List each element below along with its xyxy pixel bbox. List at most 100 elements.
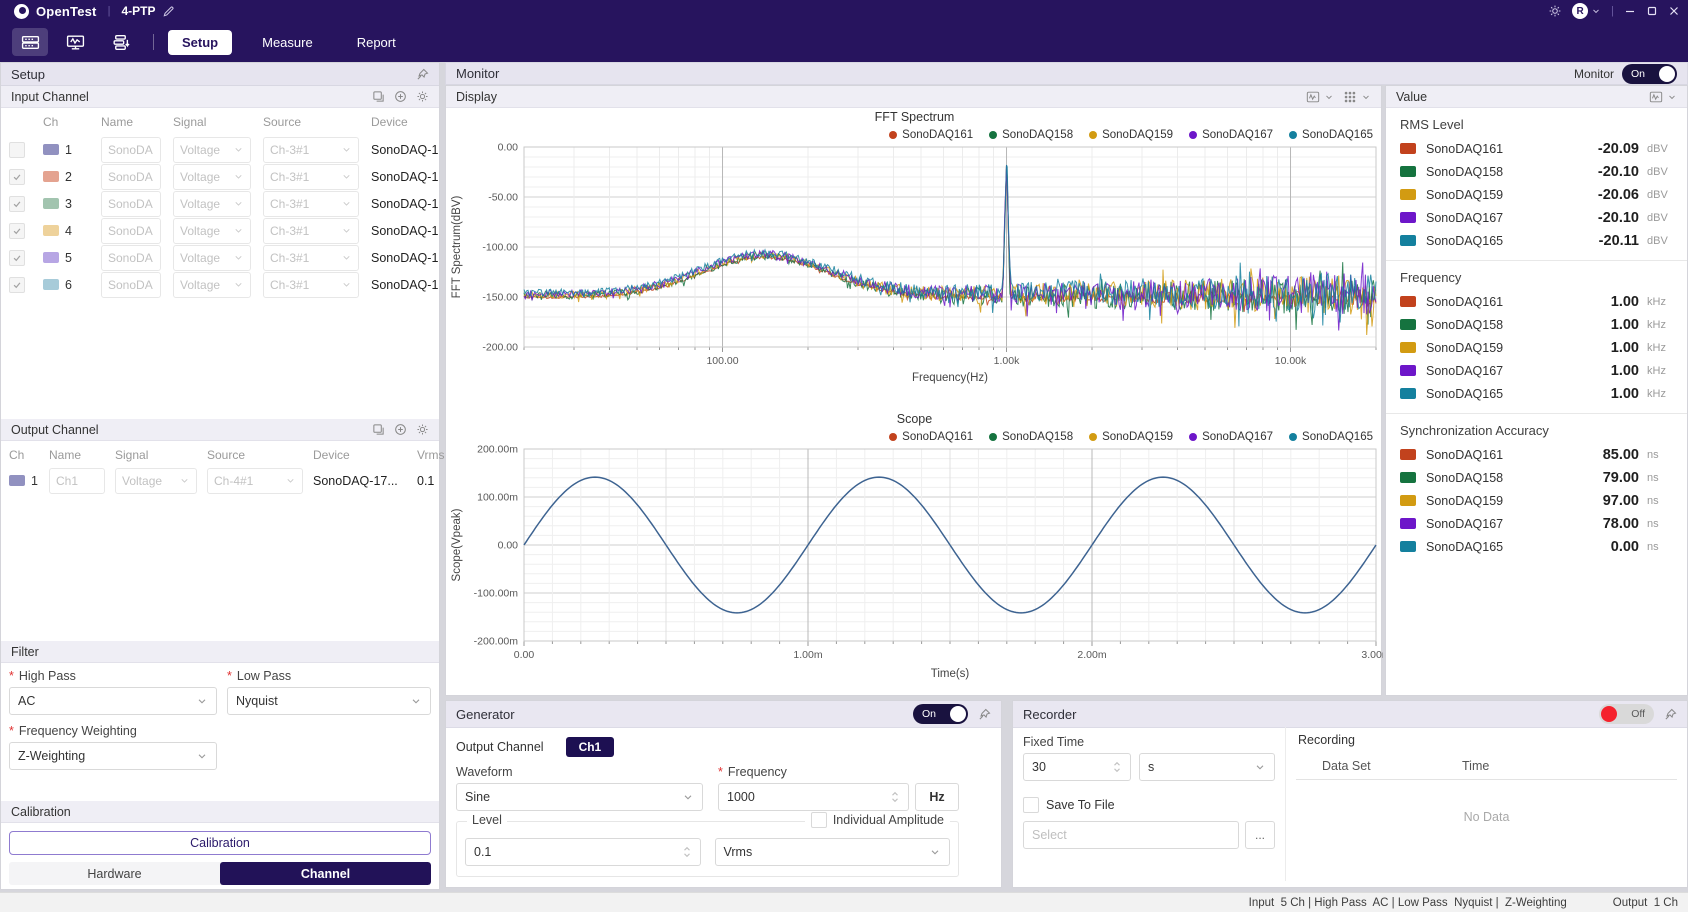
tab-channel[interactable]: Channel	[220, 862, 431, 885]
legend-item[interactable]: SonoDAQ159	[1089, 129, 1173, 141]
output-channel-chip[interactable]: Ch1	[566, 737, 615, 757]
chevron-down-icon	[1361, 92, 1371, 102]
value-row: SonoDAQ1581.00kHz	[1386, 313, 1687, 336]
measurement-value: 1.00	[1611, 317, 1639, 333]
file-select-input[interactable]: Select	[1023, 821, 1239, 849]
input-channel-title: Input Channel	[11, 90, 89, 104]
level-input[interactable]: 0.1	[465, 838, 701, 866]
tab-measure[interactable]: Measure	[248, 30, 327, 55]
legend-item[interactable]: SonoDAQ158	[989, 129, 1073, 141]
individual-amplitude-checkbox[interactable]	[811, 812, 827, 828]
pin-icon[interactable]	[416, 68, 429, 81]
value-view-icon[interactable]	[1649, 90, 1663, 104]
low-pass-label: Low Pass	[237, 669, 291, 683]
legend-item[interactable]: SonoDAQ165	[1289, 431, 1373, 443]
legend-label: SonoDAQ161	[902, 129, 973, 141]
stepper-icon[interactable]	[682, 844, 692, 860]
device-name: SonoDAQ-17...	[371, 197, 439, 211]
svg-text:100.00: 100.00	[706, 355, 738, 367]
col-ch: Ch	[9, 448, 39, 462]
duplicate-icon[interactable]	[372, 423, 385, 436]
value-panel: Value RMS LevelSonoDAQ161-20.09dBVSonoDA…	[1385, 85, 1688, 696]
device-color-swatch	[1400, 449, 1416, 460]
pin-icon[interactable]	[978, 708, 991, 721]
tab-hardware[interactable]: Hardware	[9, 862, 220, 885]
add-channel-icon[interactable]	[394, 423, 407, 436]
generator-panel: Generator On Output Channel Ch1 Waveform…	[445, 700, 1002, 888]
nav-monitor-icon-button[interactable]	[57, 28, 93, 56]
legend-item[interactable]: SonoDAQ158	[989, 431, 1073, 443]
value-row: SonoDAQ1671.00kHz	[1386, 359, 1687, 382]
device-color-swatch	[1400, 189, 1416, 200]
maximize-icon[interactable]	[1646, 5, 1658, 17]
high-pass-select[interactable]: AC	[9, 687, 217, 715]
generator-toggle[interactable]: On	[913, 704, 968, 724]
legend-item[interactable]: SonoDAQ165	[1289, 129, 1373, 141]
device-color-swatch	[1400, 143, 1416, 154]
col-source: Source	[207, 448, 303, 462]
settings-gear-icon[interactable]	[1548, 4, 1562, 18]
recorder-toggle[interactable]: Off	[1599, 704, 1654, 724]
generator-header: Generator On	[446, 701, 1001, 728]
device-name: SonoDAQ161	[1426, 295, 1503, 309]
device-name: SonoDAQ167	[1426, 517, 1503, 531]
channel-name-input: SonoDA	[101, 218, 161, 244]
value-row: SonoDAQ165-20.11dBV	[1386, 229, 1687, 252]
user-menu[interactable]: R	[1572, 3, 1601, 19]
legend-item[interactable]: SonoDAQ161	[889, 129, 973, 141]
device-name: SonoDAQ159	[1426, 494, 1503, 508]
legend-item[interactable]: SonoDAQ159	[1089, 431, 1173, 443]
nav-hardware-icon-button[interactable]	[12, 28, 48, 56]
tab-report[interactable]: Report	[343, 30, 410, 55]
checkbox	[9, 223, 25, 239]
channel-settings-gear-icon[interactable]	[416, 423, 429, 436]
legend-item[interactable]: SonoDAQ161	[889, 431, 973, 443]
legend-item[interactable]: SonoDAQ167	[1189, 431, 1273, 443]
waveform-select[interactable]: Sine	[456, 783, 703, 811]
calibration-button[interactable]: Calibration	[9, 831, 431, 855]
frequency-weighting-select[interactable]: Z-Weighting	[9, 742, 217, 770]
measurement-unit: dBV	[1647, 166, 1677, 178]
tab-setup[interactable]: Setup	[168, 30, 232, 55]
individual-amplitude-option[interactable]: Individual Amplitude	[805, 812, 950, 828]
edit-project-icon[interactable]	[162, 5, 175, 18]
stepper-icon[interactable]	[890, 789, 900, 805]
avatar[interactable]: R	[1572, 3, 1588, 19]
chevron-down-icon	[196, 695, 208, 707]
nav-sequence-icon-button[interactable]	[102, 28, 138, 56]
legend-dot	[1289, 131, 1297, 139]
measurement-value: 85.00	[1603, 447, 1639, 463]
svg-text:2.00m: 2.00m	[1077, 649, 1106, 661]
browse-button[interactable]: ...	[1245, 821, 1275, 849]
low-pass-select[interactable]: Nyquist	[227, 687, 431, 715]
level-unit-select[interactable]: Vrms	[715, 838, 951, 866]
frequency-input[interactable]: 1000	[718, 783, 909, 811]
fft-chart-svg[interactable]: 0.00-50.00-100.00-150.00-200.00100.001.0…	[446, 143, 1383, 405]
layout-grid-icon[interactable]	[1343, 90, 1357, 104]
monitor-toggle[interactable]: On	[1622, 64, 1677, 84]
output-channel-title: Output Channel	[11, 423, 99, 437]
recording-section: Recording Data Set Time No Data	[1285, 727, 1677, 881]
duplicate-icon[interactable]	[372, 90, 385, 103]
scope-chart-svg[interactable]: 200.00m100.00m0.00-100.00m-200.00m0.001.…	[446, 445, 1383, 695]
minimize-icon[interactable]	[1624, 5, 1636, 17]
titlebar-divider: |	[108, 5, 111, 17]
frequency-weighting-label: Frequency Weighting	[19, 724, 137, 738]
chart-type-icon[interactable]	[1306, 90, 1320, 104]
close-icon[interactable]	[1668, 5, 1680, 17]
save-to-file-checkbox[interactable]	[1023, 797, 1039, 813]
chevron-down-icon	[233, 171, 244, 182]
chevron-down-icon	[1324, 92, 1334, 102]
device-color-swatch	[1400, 495, 1416, 506]
device-color-swatch	[1400, 541, 1416, 552]
stepper-icon[interactable]	[1112, 759, 1122, 775]
channel-settings-gear-icon[interactable]	[416, 90, 429, 103]
add-channel-icon[interactable]	[394, 90, 407, 103]
time-unit-select[interactable]: s	[1139, 753, 1275, 781]
chevron-down-icon	[233, 252, 244, 263]
legend-item[interactable]: SonoDAQ167	[1189, 129, 1273, 141]
pin-icon[interactable]	[1664, 708, 1677, 721]
save-to-file-option[interactable]: Save To File	[1023, 797, 1275, 813]
required-mark	[718, 765, 725, 779]
fixed-time-input[interactable]: 30	[1023, 753, 1131, 781]
